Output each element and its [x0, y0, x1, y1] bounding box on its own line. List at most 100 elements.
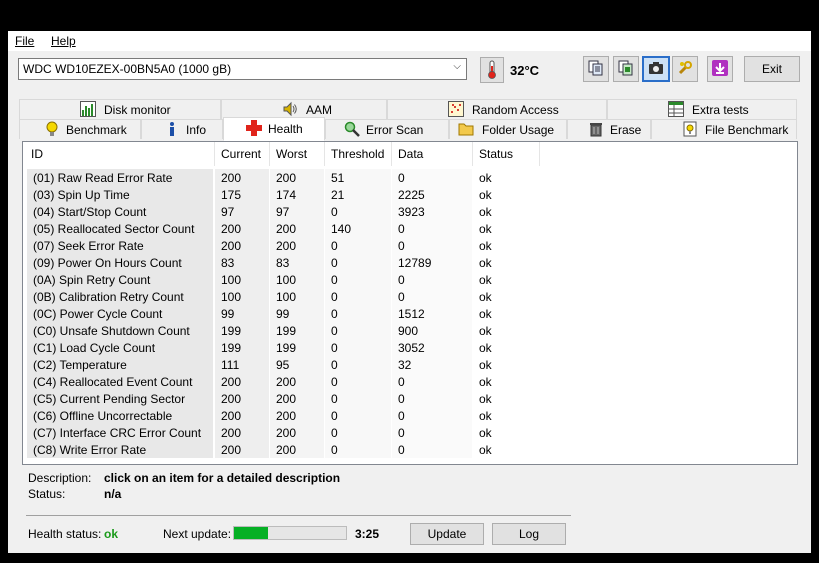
tab-disk-monitor[interactable]: Disk monitor — [19, 99, 221, 119]
options-button[interactable] — [672, 56, 698, 82]
cell-threshold: 0 — [325, 407, 391, 424]
table-row[interactable]: (05) Reallocated Sector Count 200 200 140 0 o… — [23, 220, 543, 237]
tab-random-access[interactable]: Random Access — [387, 99, 607, 119]
tab-folder-usage[interactable]: Folder Usage — [449, 119, 567, 139]
cell-data: 32 — [392, 356, 472, 373]
menu-file[interactable]: File — [15, 34, 34, 48]
cell-data: 3923 — [392, 203, 472, 220]
copy-image-icon — [618, 60, 634, 79]
cell-data: 900 — [392, 322, 472, 339]
description-label: Description: — [28, 471, 92, 485]
cell-id: (0A) Spin Retry Count — [27, 271, 213, 288]
update-button-label: Update — [427, 527, 467, 541]
table-row[interactable]: (03) Spin Up Time 175 174 21 2225 ok — [23, 186, 543, 203]
table-row[interactable]: (04) Start/Stop Count 97 97 0 3923 ok — [23, 203, 543, 220]
trash-icon — [588, 121, 604, 137]
cell-data: 2225 — [392, 186, 472, 203]
table-row[interactable]: (C2) Temperature 111 95 0 32 ok — [23, 356, 543, 373]
cell-current: 100 — [215, 271, 269, 288]
screenshot-button[interactable] — [642, 56, 670, 82]
cell-data: 0 — [392, 220, 472, 237]
cell-worst: 200 — [270, 373, 324, 390]
table-row[interactable]: (C0) Unsafe Shutdown Count 199 199 0 900 ok — [23, 322, 543, 339]
cell-worst: 100 — [270, 288, 324, 305]
thermometer-icon[interactable] — [480, 57, 504, 83]
cell-threshold: 21 — [325, 186, 391, 203]
cell-status: ok — [479, 273, 492, 287]
table-row[interactable]: (01) Raw Read Error Rate 200 200 51 0 ok — [23, 169, 543, 186]
file-benchmark-icon — [682, 121, 698, 137]
download-button[interactable] — [707, 56, 733, 82]
cell-status: ok — [479, 290, 492, 304]
cell-status: ok — [479, 171, 492, 185]
table-row[interactable]: (09) Power On Hours Count 83 83 0 12789 ok — [23, 254, 543, 271]
table-row[interactable]: (C5) Current Pending Sector 200 200 0 0 ok — [23, 390, 543, 407]
cell-threshold: 0 — [325, 322, 391, 339]
cell-id: (C4) Reallocated Event Count — [27, 373, 213, 390]
column-header-status[interactable]: Status — [473, 142, 540, 166]
exit-button[interactable]: Exit — [744, 56, 800, 82]
cell-id: (C7) Interface CRC Error Count — [27, 424, 213, 441]
cell-current: 200 — [215, 237, 269, 254]
speaker-icon — [282, 101, 298, 117]
column-header-data[interactable]: Data — [392, 142, 473, 166]
cell-current: 100 — [215, 288, 269, 305]
column-header-id[interactable]: ID — [25, 142, 215, 166]
temperature-display: 32°C — [480, 56, 540, 84]
table-row[interactable]: (07) Seek Error Rate 200 200 0 0 ok — [23, 237, 543, 254]
tab-erase[interactable]: Erase — [567, 119, 651, 139]
table-row[interactable]: (0B) Calibration Retry Count 100 100 0 0 ok — [23, 288, 543, 305]
column-header-worst[interactable]: Worst — [270, 142, 325, 166]
table-row[interactable]: (C4) Reallocated Event Count 200 200 0 0 ok — [23, 373, 543, 390]
copy-image-button[interactable] — [613, 56, 639, 82]
cell-id: (05) Reallocated Sector Count — [27, 220, 213, 237]
table-row[interactable]: (C7) Interface CRC Error Count 200 200 0 0 ok — [23, 424, 543, 441]
cell-status: ok — [479, 358, 492, 372]
table-row[interactable]: (0C) Power Cycle Count 99 99 0 1512 ok — [23, 305, 543, 322]
tab-file-benchmark[interactable]: File Benchmark — [651, 119, 797, 139]
cell-threshold: 51 — [325, 169, 391, 186]
tab-extra-tests[interactable]: Extra tests — [607, 99, 797, 119]
cell-current: 199 — [215, 322, 269, 339]
update-progress-bar — [233, 526, 347, 540]
column-header-threshold[interactable]: Threshold — [325, 142, 392, 166]
cell-data: 0 — [392, 288, 472, 305]
tab-health[interactable]: Health — [223, 117, 325, 141]
cell-data: 0 — [392, 169, 472, 186]
cell-id: (C1) Load Cycle Count — [27, 339, 213, 356]
cell-status: ok — [479, 256, 492, 270]
tab-label: AAM — [306, 103, 333, 117]
menu-help[interactable]: Help — [51, 34, 76, 48]
tab-info[interactable]: Info — [141, 119, 223, 139]
table-row[interactable]: (C8) Write Error Rate 200 200 0 0 ok — [23, 441, 543, 458]
tab-aam[interactable]: AAM — [221, 99, 387, 119]
tab-label: Info — [186, 123, 207, 137]
cell-current: 97 — [215, 203, 269, 220]
tab-benchmark[interactable]: Benchmark — [19, 119, 141, 139]
cell-status: ok — [479, 443, 492, 457]
tab-error-scan[interactable]: Error Scan — [325, 119, 449, 139]
cell-threshold: 0 — [325, 390, 391, 407]
tab-label: Folder Usage — [482, 123, 555, 137]
cell-worst: 200 — [270, 390, 324, 407]
cell-threshold: 0 — [325, 305, 391, 322]
next-update-label: Next update: — [163, 527, 232, 541]
column-header-current[interactable]: Current — [215, 142, 270, 166]
health-status-label: Health status: — [28, 527, 102, 541]
cell-data: 12789 — [392, 254, 472, 271]
tab-label: Health — [268, 122, 303, 136]
drive-select[interactable]: WDC WD10EZEX-00BN5A0 (1000 gB) ⌵ — [18, 58, 467, 80]
cell-worst: 100 — [270, 271, 324, 288]
table-row[interactable]: (0A) Spin Retry Count 100 100 0 0 ok — [23, 271, 543, 288]
cell-status: ok — [479, 239, 492, 253]
cell-worst: 200 — [270, 407, 324, 424]
update-button[interactable]: Update — [410, 523, 484, 545]
cell-threshold: 0 — [325, 339, 391, 356]
cell-id: (04) Start/Stop Count — [27, 203, 213, 220]
cell-id: (C5) Current Pending Sector — [27, 390, 213, 407]
log-button-label: Log — [518, 527, 540, 541]
table-row[interactable]: (C1) Load Cycle Count 199 199 0 3052 ok — [23, 339, 543, 356]
table-row[interactable]: (C6) Offline Uncorrectable 200 200 0 0 ok — [23, 407, 543, 424]
copy-text-button[interactable] — [583, 56, 609, 82]
log-button[interactable]: Log — [492, 523, 566, 545]
